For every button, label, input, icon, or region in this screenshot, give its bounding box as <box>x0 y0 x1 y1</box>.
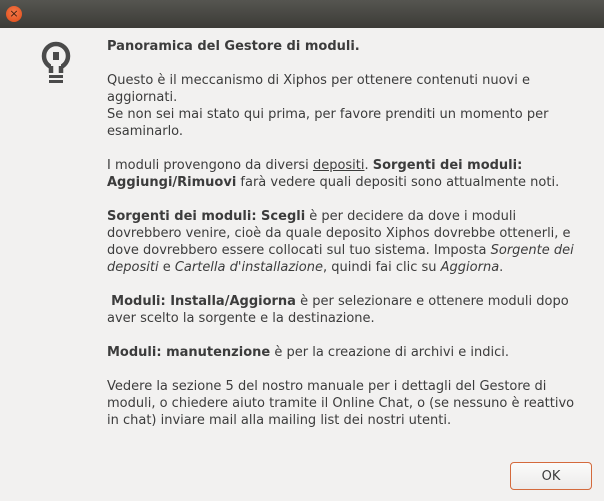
sources-text-1: I moduli provengono da diversi <box>107 158 313 173</box>
install-label: Moduli: Installa/Aggiorna <box>111 294 296 309</box>
intro-line-1: Questo è il meccanismo di Xiphos per ott… <box>107 73 530 105</box>
paragraph-intro: Questo è il meccanismo di Xiphos per ott… <box>107 72 577 140</box>
lightbulb-icon <box>41 41 71 83</box>
choose-text-3: , quindi fai clic su <box>322 260 441 275</box>
paragraph-install: Moduli: Installa/Aggiorna è per selezion… <box>107 293 577 327</box>
choose-update: Aggiorna <box>440 260 500 275</box>
paragraph-maintenance: Moduli: manutenzione è per la creazione … <box>107 344 577 361</box>
choose-text-4: . <box>499 260 504 275</box>
paragraph-sources: I moduli provengono da diversi depositi.… <box>107 157 577 191</box>
depositi-link[interactable]: depositi <box>313 158 365 173</box>
choose-folder: Cartella d'installazione <box>174 260 323 275</box>
paragraph-choose: Sorgenti dei moduli: Scegli è per decide… <box>107 208 577 276</box>
choose-label: Sorgenti dei moduli: Scegli <box>107 209 306 224</box>
sources-text-2: . <box>364 158 373 173</box>
message-title: Panoramica del Gestore di moduli. <box>107 39 360 54</box>
intro-line-2: Se non sei mai stato qui prima, per favo… <box>107 107 549 139</box>
close-icon[interactable]: × <box>6 6 22 22</box>
paragraph-help: Vedere la sezione 5 del nostro manuale p… <box>107 379 575 428</box>
maintenance-text: è per la creazione di archivi e indici. <box>270 345 510 360</box>
sources-text-3: farà vedere quali depositi sono attualme… <box>236 175 560 190</box>
message-text: Panoramica del Gestore di moduli. Questo… <box>107 38 577 446</box>
choose-text-2: e <box>158 260 175 275</box>
title-bar: × <box>0 0 604 28</box>
ok-button[interactable]: OK <box>510 462 592 490</box>
maintenance-label: Moduli: manutenzione <box>107 345 271 360</box>
